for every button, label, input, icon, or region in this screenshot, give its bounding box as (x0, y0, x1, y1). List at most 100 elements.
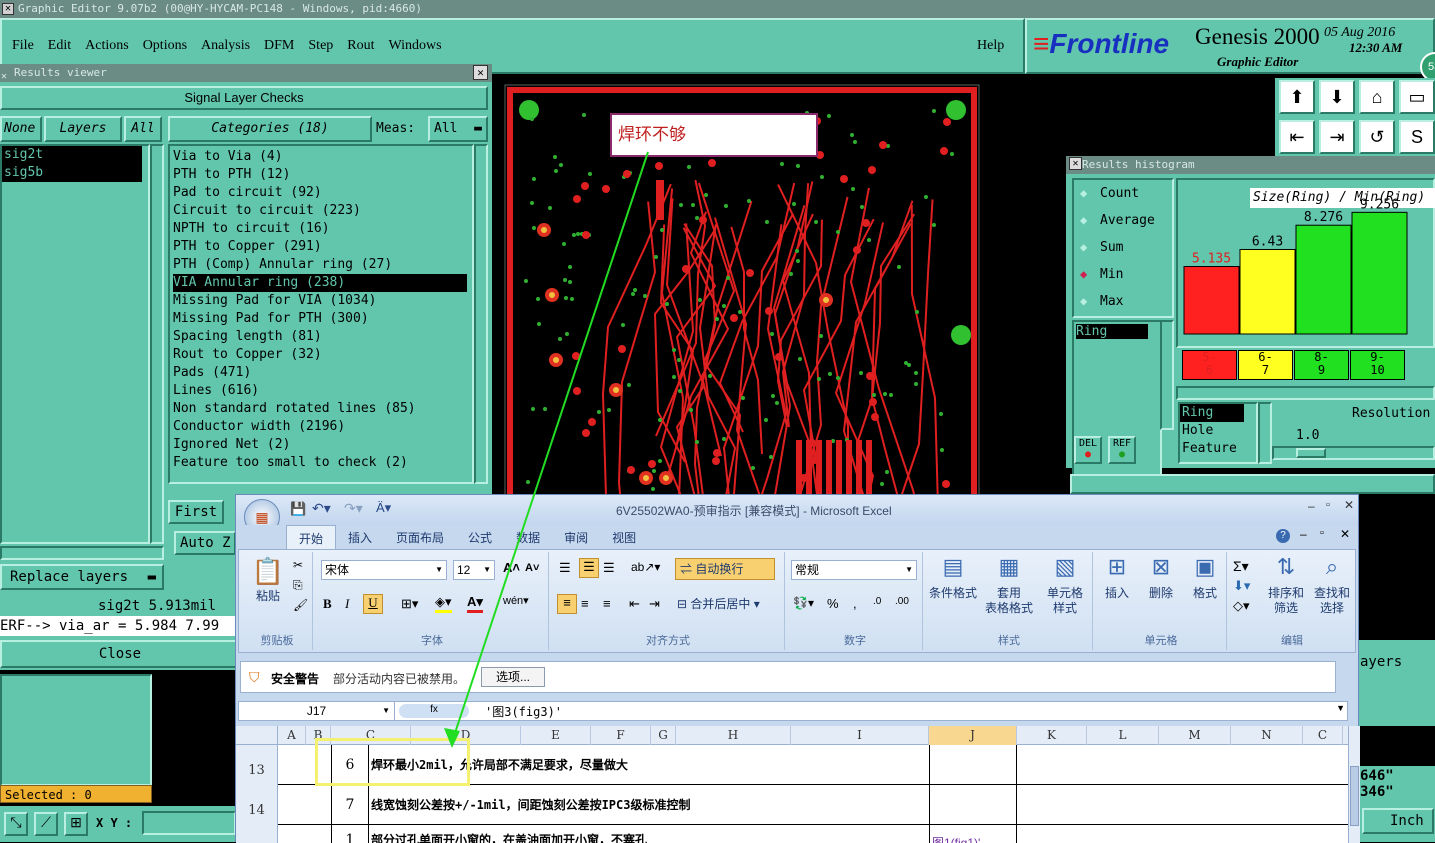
options-button[interactable]: 选项... (481, 667, 545, 687)
layers-scrollbar[interactable] (150, 144, 164, 544)
hist-bar[interactable] (1183, 266, 1240, 335)
merge-center-button[interactable]: ⊟ 合并后居中 ▾ (675, 594, 779, 616)
mirror-icon[interactable]: S (1399, 120, 1435, 154)
category-item[interactable]: Pads (471) (173, 364, 467, 382)
ribbon-tab-6[interactable]: 视图 (600, 525, 648, 549)
underline-icon[interactable]: U (363, 594, 383, 614)
percent-icon[interactable]: % (827, 596, 839, 611)
hist-bar[interactable] (1239, 248, 1296, 335)
increase-decimal-icon[interactable]: .0 (873, 596, 881, 607)
column-header-E[interactable]: E (521, 726, 591, 745)
copy-icon[interactable]: ⎘ (293, 578, 303, 593)
fill-icon[interactable]: ⬇▾ (1233, 578, 1250, 594)
wb-restore-icon[interactable]: ▫ (1320, 527, 1324, 539)
inch-button[interactable]: Inch (1362, 808, 1434, 834)
hist-list-scrollbar[interactable] (1160, 320, 1174, 430)
clear-icon[interactable]: ◇▾ (1233, 598, 1250, 614)
close-button[interactable]: Close (0, 640, 240, 668)
cell-c[interactable]: 线宽蚀刻公差按+/-1mil，间距蚀刻公差按IPC3级标准控制 (370, 785, 928, 825)
font-size-select[interactable]: 12 ▼ (453, 560, 495, 580)
formula-expand-icon[interactable]: ▼ (1336, 703, 1345, 713)
category-item[interactable]: Feature too small to check (2) (173, 454, 467, 472)
align-left-icon[interactable]: ≡ (557, 594, 577, 614)
resolution-slider[interactable] (1272, 446, 1435, 460)
cell-j[interactable] (929, 785, 1017, 825)
category-item[interactable]: VIA Annular ring (238) (173, 274, 467, 292)
column-header-J[interactable]: J (929, 726, 1017, 745)
mode-average-radio[interactable]: ◆ Average (1074, 207, 1172, 234)
auto-zoom-button[interactable]: Auto Z (174, 531, 236, 555)
open-icon[interactable]: ⇤ (1279, 120, 1315, 154)
format-cells-button[interactable]: ▣ 格式 (1183, 554, 1227, 634)
save-icon[interactable]: 💾 (290, 501, 306, 517)
category-item[interactable]: Ignored Net (2) (173, 436, 467, 454)
categories-button[interactable]: Categories (18) (168, 116, 372, 142)
del-button[interactable]: DEL ● (1074, 436, 1102, 464)
align-bottom-icon[interactable]: ☰ (603, 560, 615, 576)
ref-button[interactable]: REF ● (1108, 436, 1136, 464)
sort-filter-button[interactable]: ⇅ 排序和 筛选 (1263, 554, 1309, 634)
cell-j[interactable]: 图1(fig1)' (929, 825, 1017, 843)
row-header[interactable] (236, 825, 278, 843)
cut-icon[interactable]: ✂ (293, 558, 303, 572)
rotate-icon[interactable]: ↺ (1359, 120, 1395, 154)
column-header-M[interactable]: M (1159, 726, 1231, 745)
ribbon-tab-0[interactable]: 开始 (286, 525, 337, 549)
import-icon[interactable]: ⬇ (1319, 80, 1355, 114)
formula-input[interactable]: '图3(fig3)' (485, 703, 562, 720)
category-item[interactable]: PTH to PTH (12) (173, 166, 467, 184)
hist-list-item[interactable]: Ring (1076, 324, 1148, 339)
field-item[interactable]: Hole (1180, 422, 1256, 440)
meas-dropdown[interactable]: All ▬ (428, 116, 488, 142)
name-box[interactable]: J17 ▼ (239, 702, 395, 720)
column-header-G[interactable]: G (651, 726, 676, 745)
font-name-select[interactable]: 宋体 ▼ (321, 560, 447, 580)
column-header-K[interactable]: K (1017, 726, 1087, 745)
menu-file[interactable]: File (12, 38, 34, 54)
cell-c[interactable]: 部分过孔单面开小窗的，在盖油面加开小窗，不塞孔 (370, 825, 928, 843)
cell-style-button[interactable]: ▧ 单元格 样式 (1037, 554, 1093, 634)
column-header-N[interactable]: N (1231, 726, 1303, 745)
export-icon[interactable]: ⬆ (1279, 80, 1315, 114)
restore-icon[interactable]: ▫ (1326, 499, 1330, 511)
menu-options[interactable]: Options (143, 38, 187, 54)
cell-b[interactable]: 7 (331, 785, 369, 825)
rv-close-icon[interactable]: ✕ (1, 68, 7, 86)
row-header[interactable]: 13 (236, 745, 278, 785)
wb-close-icon[interactable]: ✕ (1340, 527, 1350, 541)
field-item[interactable]: Ring (1180, 404, 1244, 422)
menu-actions[interactable]: Actions (85, 38, 129, 54)
help-icon[interactable]: ? (1276, 529, 1290, 543)
row-header[interactable]: 14 (236, 785, 278, 825)
column-header-H[interactable]: H (676, 726, 791, 745)
hist-bar[interactable] (1351, 211, 1408, 335)
ribbon-tab-3[interactable]: 公式 (456, 525, 504, 549)
help-menu[interactable]: Help (977, 38, 1004, 54)
horizontal-scrollbar[interactable] (0, 546, 164, 560)
layers-button[interactable]: Layers (44, 116, 122, 142)
category-item[interactable]: PTH (Comp) Annular ring (27) (173, 256, 467, 274)
category-item[interactable]: Missing Pad for PTH (300) (173, 310, 467, 328)
vertical-scrollbar[interactable] (1348, 726, 1360, 843)
ribbon-tab-1[interactable]: 插入 (336, 525, 384, 549)
ribbon-tab-4[interactable]: 数据 (504, 525, 552, 549)
menu-dfm[interactable]: DFM (264, 38, 294, 54)
ribbon-tab-2[interactable]: 页面布局 (384, 525, 456, 549)
undo-icon[interactable]: ↶▾ (312, 500, 331, 517)
minimize-icon[interactable]: – (1308, 499, 1315, 513)
rv-dismiss-icon[interactable]: ✕ (473, 65, 488, 80)
layer-item[interactable]: sig5b (2, 164, 142, 182)
autosum-icon[interactable]: Σ▾ (1233, 558, 1249, 575)
align-center-icon[interactable]: ≡ (581, 596, 589, 611)
orientation-icon[interactable]: ab↗▾ (631, 560, 660, 574)
field-item[interactable]: Feature (1180, 440, 1256, 458)
categories-scrollbar[interactable] (474, 144, 488, 484)
phonetic-icon[interactable]: wén▾ (503, 594, 529, 607)
wrap-text-button[interactable]: ⇌ 自动换行 (675, 558, 775, 580)
ribbon-tab-5[interactable]: 审阅 (552, 525, 600, 549)
hist-hscroll[interactable] (1176, 386, 1435, 400)
category-item[interactable]: Rout to Copper (32) (173, 346, 467, 364)
menu-edit[interactable]: Edit (48, 38, 71, 54)
cell-b[interactable]: 1 (331, 825, 369, 843)
column-header-A[interactable]: A (278, 726, 306, 745)
